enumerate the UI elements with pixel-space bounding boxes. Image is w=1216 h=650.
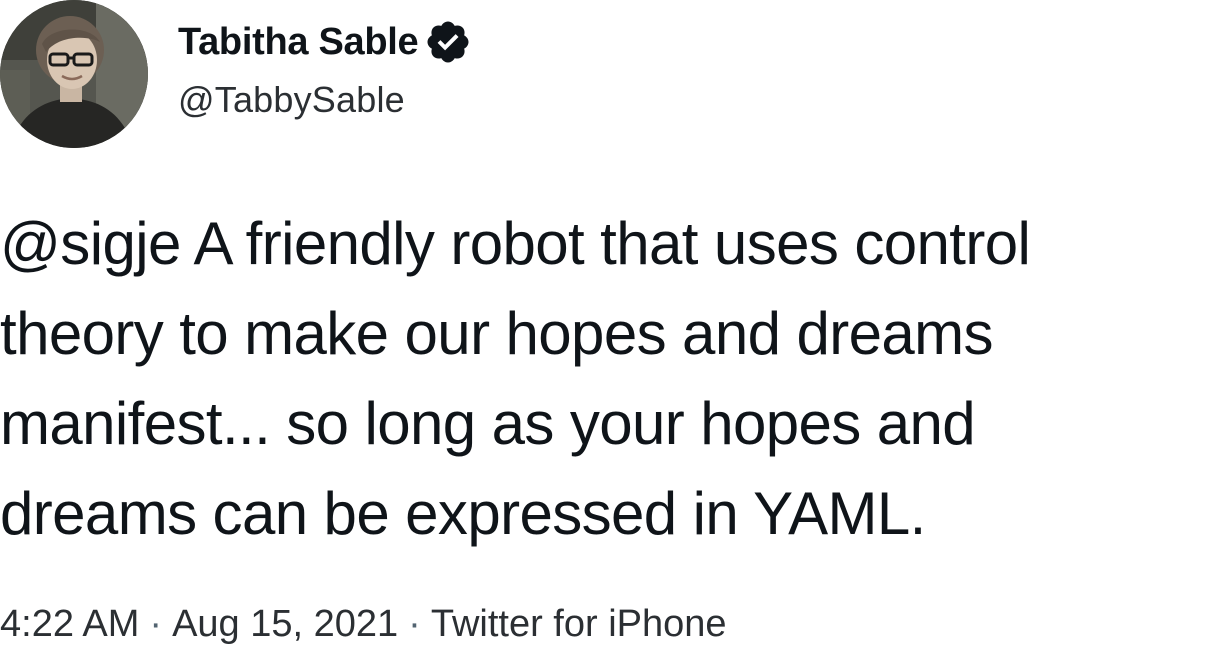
tweet-source[interactable]: Twitter for iPhone (431, 603, 727, 645)
tweet-time[interactable]: 4:22 AM (0, 603, 139, 645)
verified-badge-icon (424, 18, 472, 66)
author-display-name[interactable]: Tabitha Sable (178, 16, 419, 68)
tweet-date[interactable]: Aug 15, 2021 (172, 603, 398, 645)
tweet-line: dreams can be expressed in YAML. (0, 480, 926, 547)
mention-link[interactable]: @sigje (0, 210, 181, 277)
tweet-line: manifest... so long as your hopes and (0, 390, 976, 457)
tweet-line: @sigje A friendly robot that uses contro… (0, 199, 1216, 289)
tweet-header: Tabitha Sable @TabbySable (0, 0, 1216, 150)
tweet-line-text: A friendly robot that uses control (180, 210, 1031, 277)
meta-separator: · (149, 603, 163, 645)
meta-separator: · (408, 603, 421, 645)
author-handle[interactable]: @TabbySable (178, 78, 405, 122)
tweet-meta: 4:22 AM · Aug 15, 2021 · Twitter for iPhone (0, 598, 727, 650)
tweet-body: @sigje A friendly robot that uses contro… (0, 199, 1216, 559)
profile-photo-icon (0, 0, 148, 148)
avatar[interactable] (0, 0, 148, 148)
tweet-line: theory to make our hopes and dreams (0, 300, 994, 367)
author-name-row: Tabitha Sable (178, 16, 472, 68)
tweet-card: Tabitha Sable @TabbySable @sigje A frien… (0, 0, 1216, 648)
